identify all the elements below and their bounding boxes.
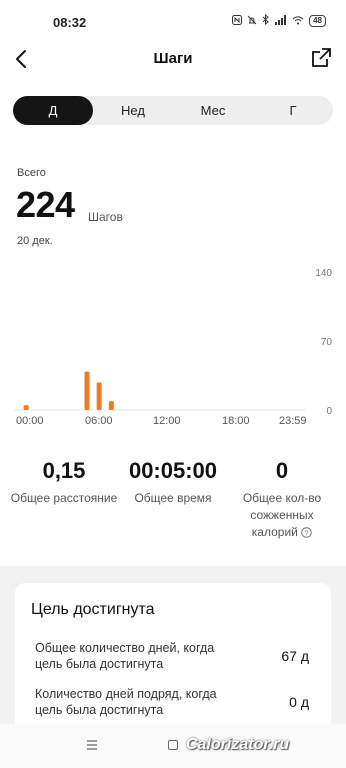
wifi-icon	[292, 15, 304, 28]
stat-time-value: 00:05:00	[128, 458, 218, 483]
steps-value: 224	[16, 184, 75, 225]
goal-row-total: Общее количество дней, когда цель была д…	[35, 640, 315, 672]
stat-time: 00:05:00 Общее время	[118, 458, 228, 507]
chart-y-tick-label: 140	[315, 268, 332, 279]
chart-bar[interactable]	[108, 401, 114, 410]
goal-row-streak-label-line2: цель была достигнута	[35, 703, 164, 717]
watermark: Calorizator.ru	[186, 736, 290, 753]
goal-title: Цель достигнута	[31, 601, 155, 618]
menu-icon[interactable]	[86, 738, 98, 750]
goal-row-total-value: 67 д	[281, 648, 309, 664]
chart-x-tick-label: 00:00	[16, 415, 44, 427]
tab-year[interactable]: Г	[253, 96, 333, 125]
status-time: 08:32	[53, 15, 87, 30]
stat-calories-label-line3: калорий ?	[230, 524, 334, 543]
home-icon[interactable]	[168, 740, 178, 750]
date-label: 20 дек.	[17, 235, 53, 247]
chart-bar[interactable]	[96, 382, 102, 410]
stat-distance-value: 0,15	[42, 458, 86, 483]
goal-row-total-label-line1: Общее количество дней, когда	[35, 641, 215, 655]
stat-calories-label: Общее кол-во сожженных калорий ?	[230, 490, 334, 543]
chart-x-tick-label: 06:00	[85, 415, 113, 427]
stat-calories-label-line2: сожженных	[250, 508, 314, 522]
period-tabs: Д Нед Мес Г	[13, 96, 333, 125]
stat-distance: 0,15 Общее расстояние	[6, 458, 122, 507]
svg-text:?: ?	[305, 528, 309, 537]
signal-icon	[275, 14, 287, 28]
stat-time-label: Общее время	[134, 491, 212, 505]
tab-day[interactable]: Д	[13, 96, 93, 125]
chart-x-tick-label: 12:00	[153, 415, 181, 427]
status-icons: 48	[232, 13, 326, 28]
steps-unit: Шагов	[88, 210, 123, 224]
chart-y-tick-label: 0	[326, 406, 332, 417]
status-bar: 08:32 48	[0, 0, 346, 44]
header: Шаги	[0, 44, 346, 76]
chart-bar[interactable]	[84, 371, 90, 410]
tab-week[interactable]: Нед	[93, 96, 173, 125]
chart-bar[interactable]	[23, 405, 29, 410]
steps-chart: 140 70 0 00:00 06:00 12:00 18:00 23:59	[14, 268, 332, 427]
share-button[interactable]	[310, 47, 332, 69]
goal-row-total-label: Общее количество дней, когда цель была д…	[35, 640, 250, 672]
total-label: Всего	[17, 167, 46, 179]
goal-card: Цель достигнута Общее количество дней, к…	[15, 583, 331, 733]
stat-calories-label-line1: Общее кол-во	[242, 491, 322, 505]
goal-section: Цель достигнута Общее количество дней, к…	[0, 566, 346, 736]
bluetooth-icon	[262, 13, 270, 28]
system-nav-bar: Calorizator.ru	[0, 724, 346, 768]
battery-icon: 48	[309, 15, 326, 27]
share-icon	[312, 48, 331, 67]
stat-calories-value: 0	[275, 458, 289, 483]
goal-row-total-label-line2: цель была достигнута	[35, 657, 164, 671]
chart-y-tick-label: 70	[321, 337, 333, 348]
chart-x-ticks: 00:00 06:00 12:00 18:00 23:59	[16, 415, 307, 427]
chart-y-ticks: 140 70 0	[315, 268, 332, 417]
nfc-icon	[232, 14, 243, 28]
goal-row-streak-label-line1: Количество дней подряд, когда	[35, 687, 217, 701]
chart-x-tick-label: 23:59	[279, 415, 307, 427]
page-title: Шаги	[153, 50, 193, 67]
stat-distance-label: Общее расстояние	[10, 491, 118, 505]
mute-icon	[247, 15, 257, 28]
goal-row-streak-label: Количество дней подряд, когда цель была …	[35, 686, 250, 718]
chart-bars	[23, 371, 114, 410]
stat-calories-label-line3-text: калорий	[251, 525, 298, 539]
help-icon[interactable]: ?	[301, 526, 313, 543]
goal-row-streak: Количество дней подряд, когда цель была …	[35, 686, 315, 718]
chart-x-tick-label: 18:00	[222, 415, 250, 427]
goal-row-streak-value: 0 д	[289, 694, 309, 710]
stat-calories: 0 Общее кол-во сожженных калорий ?	[230, 458, 334, 543]
tab-month[interactable]: Мес	[173, 96, 253, 125]
